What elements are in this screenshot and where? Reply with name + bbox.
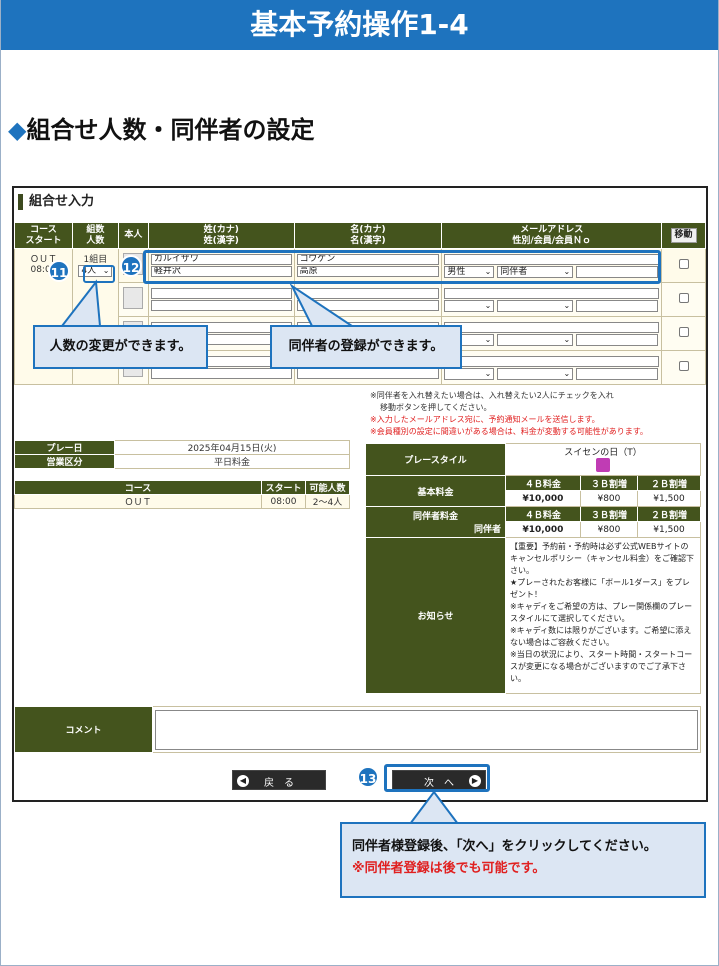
callout-people: 人数の変更ができます。 <box>33 325 208 369</box>
callout-companion: 同伴者の登録ができます。 <box>270 325 462 369</box>
pointer-next <box>408 790 460 825</box>
callout-next-line2: ※同伴者登録は後でも可能です。 <box>352 861 546 876</box>
pointer-companion <box>289 283 356 327</box>
pointer-people <box>59 279 102 327</box>
callout-next-line1: 同伴者様登録後、「次へ」をクリックしてください。 <box>352 839 657 854</box>
callout-next: 同伴者様登録後、「次へ」をクリックしてください。 ※同伴者登録は後でも可能です。 <box>340 822 706 898</box>
